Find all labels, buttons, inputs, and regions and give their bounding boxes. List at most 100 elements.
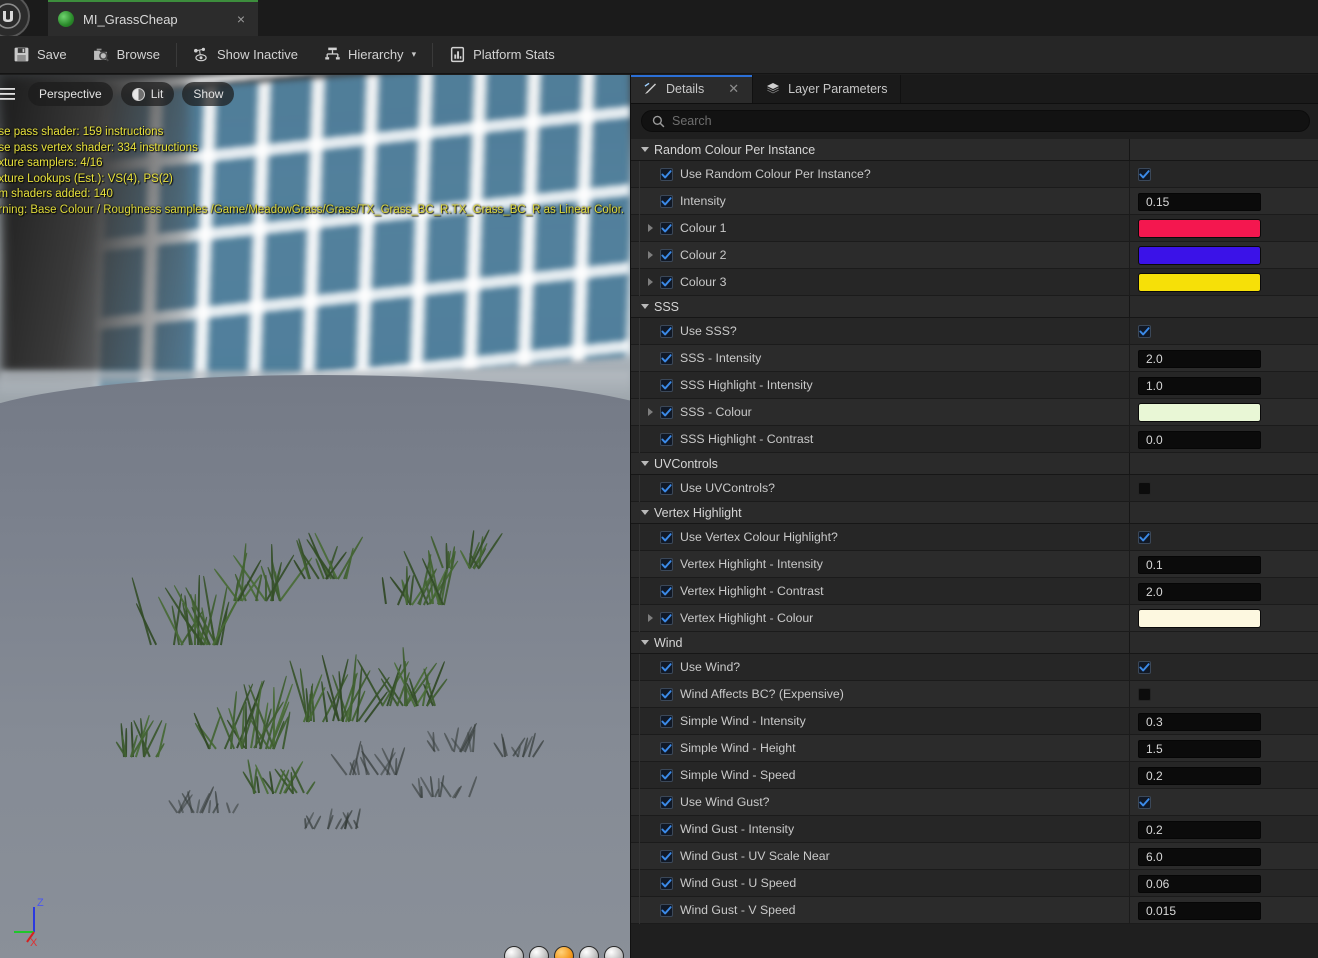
- viewport-show-button[interactable]: Show: [182, 82, 235, 106]
- property-row[interactable]: Simple Wind - Intensity 0.3: [631, 707, 1318, 735]
- chevron-down-icon[interactable]: [641, 510, 649, 515]
- property-row[interactable]: Colour 3: [631, 268, 1318, 296]
- property-row[interactable]: Simple Wind - Speed 0.2: [631, 761, 1318, 789]
- property-override-checkbox[interactable]: [660, 687, 673, 701]
- property-value-number[interactable]: 0.2: [1138, 766, 1261, 785]
- property-group-header[interactable]: SSS: [631, 296, 1318, 318]
- property-row[interactable]: Use UVControls?: [631, 474, 1318, 502]
- preview-sphere[interactable]: [579, 946, 599, 958]
- chevron-down-icon[interactable]: [641, 461, 649, 466]
- property-override-checkbox[interactable]: [660, 741, 673, 755]
- preview-sphere-selected[interactable]: [554, 946, 574, 958]
- material-preview-viewport[interactable]: Perspective Lit Show ase pass shader: 15…: [0, 75, 630, 958]
- property-value-number[interactable]: 0.15: [1138, 192, 1261, 211]
- property-row[interactable]: Vertex Highlight - Colour: [631, 604, 1318, 632]
- property-row[interactable]: Wind Gust - Intensity 0.2: [631, 815, 1318, 843]
- search-input[interactable]: Search: [641, 110, 1310, 132]
- property-value-number[interactable]: 1.5: [1138, 739, 1261, 758]
- property-value-checkbox[interactable]: [1138, 168, 1151, 181]
- chevron-down-icon[interactable]: [641, 147, 649, 152]
- property-value-checkbox[interactable]: [1138, 531, 1151, 544]
- property-value-color-swatch[interactable]: [1138, 246, 1261, 265]
- property-value-color-swatch[interactable]: [1138, 219, 1261, 238]
- expand-arrow-cell[interactable]: [640, 614, 660, 622]
- chevron-right-icon[interactable]: [647, 278, 653, 286]
- tab-details[interactable]: Details ✕: [631, 75, 754, 103]
- property-row[interactable]: Wind Affects BC? (Expensive): [631, 680, 1318, 708]
- property-override-checkbox[interactable]: [660, 611, 673, 625]
- preview-sphere[interactable]: [504, 946, 524, 958]
- property-value-number[interactable]: 0.1: [1138, 555, 1261, 574]
- property-override-checkbox[interactable]: [660, 530, 673, 544]
- viewport-menu-icon[interactable]: [0, 81, 20, 107]
- property-override-checkbox[interactable]: [660, 275, 673, 289]
- preview-sphere-strip[interactable]: [504, 946, 624, 958]
- property-value-number[interactable]: 0.3: [1138, 712, 1261, 731]
- expand-arrow-cell[interactable]: [640, 224, 660, 232]
- property-value-number[interactable]: 2.0: [1138, 582, 1261, 601]
- property-row[interactable]: Colour 2: [631, 241, 1318, 269]
- property-override-checkbox[interactable]: [660, 432, 673, 446]
- property-override-checkbox[interactable]: [660, 378, 673, 392]
- property-override-checkbox[interactable]: [660, 768, 673, 782]
- property-row[interactable]: SSS - Colour: [631, 398, 1318, 426]
- property-row[interactable]: Simple Wind - Height 1.5: [631, 734, 1318, 762]
- property-value-number[interactable]: 6.0: [1138, 847, 1261, 866]
- property-override-checkbox[interactable]: [660, 714, 673, 728]
- hierarchy-button[interactable]: Hierarchy ▾: [311, 36, 429, 74]
- property-value-color-swatch[interactable]: [1138, 609, 1261, 628]
- property-override-checkbox[interactable]: [660, 194, 673, 208]
- property-value-number[interactable]: 0.2: [1138, 820, 1261, 839]
- property-row[interactable]: Use Wind Gust?: [631, 788, 1318, 816]
- close-icon[interactable]: ✕: [728, 81, 739, 97]
- property-override-checkbox[interactable]: [660, 876, 673, 890]
- property-list[interactable]: Random Colour Per Instance Use Random Col…: [631, 139, 1318, 957]
- preview-sphere[interactable]: [529, 946, 549, 958]
- chevron-right-icon[interactable]: [647, 408, 653, 416]
- close-icon[interactable]: ×: [234, 11, 248, 27]
- property-value-checkbox[interactable]: [1138, 661, 1151, 674]
- property-value-checkbox[interactable]: [1138, 688, 1151, 701]
- property-override-checkbox[interactable]: [660, 481, 673, 495]
- property-override-checkbox[interactable]: [660, 405, 673, 419]
- property-value-number[interactable]: 2.0: [1138, 349, 1261, 368]
- property-value-number[interactable]: 1.0: [1138, 376, 1261, 395]
- property-override-checkbox[interactable]: [660, 351, 673, 365]
- property-value-checkbox[interactable]: [1138, 796, 1151, 809]
- property-override-checkbox[interactable]: [660, 221, 673, 235]
- property-row[interactable]: Use Random Colour Per Instance?: [631, 160, 1318, 188]
- chevron-down-icon[interactable]: [641, 304, 649, 309]
- property-override-checkbox[interactable]: [660, 324, 673, 338]
- property-override-checkbox[interactable]: [660, 584, 673, 598]
- property-row[interactable]: SSS Highlight - Contrast 0.0: [631, 425, 1318, 453]
- browse-button[interactable]: Browse: [80, 36, 173, 74]
- preview-sphere[interactable]: [604, 946, 624, 958]
- property-override-checkbox[interactable]: [660, 849, 673, 863]
- property-override-checkbox[interactable]: [660, 557, 673, 571]
- property-row[interactable]: Vertex Highlight - Intensity 0.1: [631, 550, 1318, 578]
- property-group-header[interactable]: Vertex Highlight: [631, 502, 1318, 524]
- expand-arrow-cell[interactable]: [640, 251, 660, 259]
- expand-arrow-cell[interactable]: [640, 278, 660, 286]
- property-value-checkbox[interactable]: [1138, 325, 1151, 338]
- property-row[interactable]: Colour 1: [631, 214, 1318, 242]
- property-override-checkbox[interactable]: [660, 660, 673, 674]
- property-row[interactable]: Wind Gust - UV Scale Near 6.0: [631, 842, 1318, 870]
- property-row[interactable]: Use Vertex Colour Highlight?: [631, 523, 1318, 551]
- property-override-checkbox[interactable]: [660, 167, 673, 181]
- property-group-header[interactable]: UVControls: [631, 453, 1318, 475]
- property-override-checkbox[interactable]: [660, 795, 673, 809]
- property-value-number[interactable]: 0.015: [1138, 901, 1261, 920]
- property-value-color-swatch[interactable]: [1138, 273, 1261, 292]
- property-value-checkbox[interactable]: [1138, 482, 1151, 495]
- property-group-header[interactable]: Wind: [631, 632, 1318, 654]
- chevron-right-icon[interactable]: [647, 224, 653, 232]
- property-override-checkbox[interactable]: [660, 248, 673, 262]
- property-row[interactable]: Wind Gust - V Speed 0.015: [631, 896, 1318, 924]
- property-group-header[interactable]: Random Colour Per Instance: [631, 139, 1318, 161]
- chevron-right-icon[interactable]: [647, 614, 653, 622]
- viewport-lit-button[interactable]: Lit: [120, 82, 175, 106]
- show-inactive-button[interactable]: Show Inactive: [180, 36, 311, 74]
- property-value-color-swatch[interactable]: [1138, 403, 1261, 422]
- property-value-number[interactable]: 0.06: [1138, 874, 1261, 893]
